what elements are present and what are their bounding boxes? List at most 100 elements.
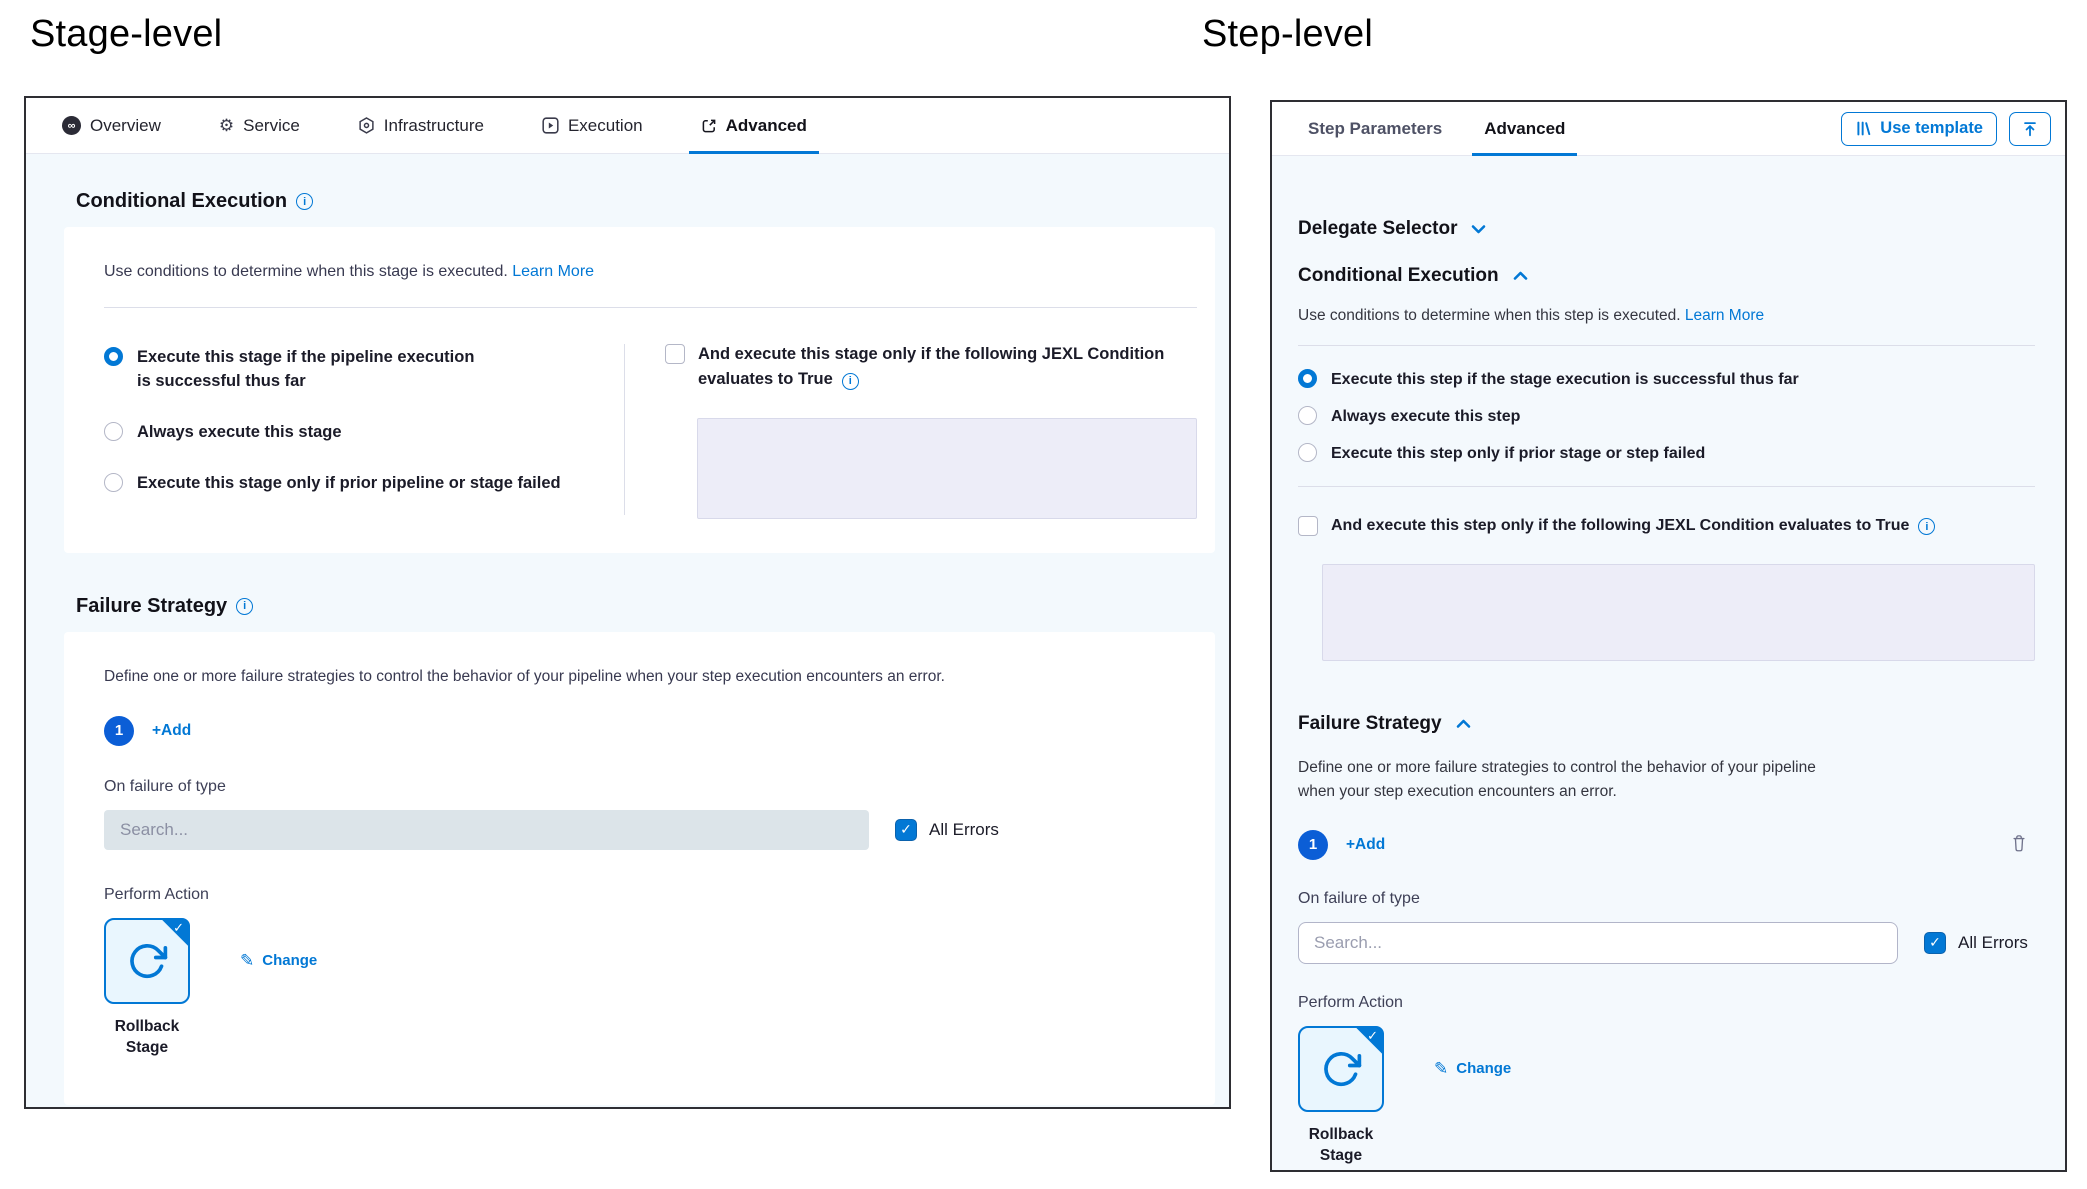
step-panel-body: Delegate Selector Conditional Execution … [1272,156,2065,1170]
all-errors-checkbox-row[interactable]: ✓ All Errors [895,819,999,841]
upload-button[interactable] [2009,112,2051,146]
failure-type-search-input[interactable] [1298,922,1898,964]
use-template-label: Use template [1880,119,1983,138]
tab-label: Execution [568,116,643,136]
perform-action-label: Perform Action [1298,994,2035,1012]
all-errors-label: All Errors [929,820,999,840]
tab-step-parameters[interactable]: Step Parameters [1308,102,1442,155]
tab-overview[interactable]: ∞ Overview [62,98,161,153]
radio-icon[interactable] [1298,406,1317,425]
step-level-title: Step-level [1202,13,1373,56]
radio-option-always[interactable]: Always execute this stage [104,421,624,445]
failure-strategy-title: Failure Strategy [1298,713,1442,735]
failure-strategy-card: Define one or more failure strategies to… [64,632,1215,1105]
info-icon[interactable]: i [842,373,859,390]
execution-condition-radio-group: Execute this stage if the pipeline execu… [104,342,624,523]
radio-selected-icon[interactable] [1298,369,1317,388]
failure-strategy-heading: Failure Strategy i [76,595,1215,618]
conditional-description: Use conditions to determine when this st… [1298,307,2035,325]
add-strategy-button[interactable]: +Add [1346,836,1385,854]
on-failure-label: On failure of type [104,778,1175,796]
radio-option-always[interactable]: Always execute this step [1298,405,2035,428]
jexl-checkbox-row[interactable]: And execute this step only if the follow… [1298,514,2035,538]
radio-option-prior-failed[interactable]: Execute this stage only if prior pipelin… [104,472,624,496]
all-errors-label: All Errors [1958,933,2028,953]
tab-advanced[interactable]: Advanced [701,98,807,153]
tab-advanced[interactable]: Advanced [1484,102,1565,155]
export-icon [701,118,717,134]
conditional-columns: Execute this stage if the pipeline execu… [104,342,1197,523]
conditional-execution-heading: Conditional Execution i [76,190,1215,213]
checked-checkbox-icon[interactable]: ✓ [1924,932,1946,954]
tab-actions: Use template [1841,112,2051,146]
tab-infrastructure[interactable]: Infrastructure [358,98,484,153]
learn-more-link[interactable]: Learn More [512,263,594,280]
action-name: Rollback Stage [1291,1125,1391,1167]
rollback-icon [1320,1048,1362,1090]
corner-check-icon: ✓ [1367,1028,1378,1044]
radio-label: Execute this step if the stage execution… [1331,368,1799,391]
conditional-execution-header[interactable]: Conditional Execution [1298,265,2035,287]
vertical-divider [624,344,625,515]
delete-strategy-button[interactable] [2011,834,2027,855]
change-action-link[interactable]: ✎ Change [240,951,317,971]
jexl-condition-input[interactable] [1322,564,2035,661]
all-errors-checkbox-row[interactable]: ✓ All Errors [1924,932,2028,954]
jexl-condition-input[interactable] [697,418,1197,519]
conditional-execution-card: Use conditions to determine when this st… [64,227,1215,553]
radio-label: Execute this step only if prior stage or… [1331,442,1705,465]
use-template-button[interactable]: Use template [1841,112,1997,146]
info-icon[interactable]: i [236,598,253,615]
perform-action-row: ✓ ✎ Change [1298,1026,2035,1112]
tab-label: Overview [90,116,161,136]
jexl-label: And execute this stage only if the follo… [698,342,1197,392]
gear-icon: ⚙ [219,116,234,136]
strategy-badge-row: 1 +Add [1298,830,2035,860]
chevron-down-icon [1471,224,1486,234]
strategy-count-badge[interactable]: 1 [104,716,134,746]
stage-tabbar: ∞ Overview ⚙ Service Infrastructure Exec… [26,98,1229,154]
failure-description: Define one or more failure strategies to… [104,668,1175,686]
step-panel: Step Parameters Advanced Use template De… [1270,100,2067,1172]
radio-icon[interactable] [104,422,123,441]
radio-option-successful[interactable]: Execute this step if the stage execution… [1298,368,2035,391]
info-icon[interactable]: i [296,193,313,210]
change-action-link[interactable]: ✎ Change [1434,1059,1511,1079]
conditional-execution-title: Conditional Execution [1298,265,1499,287]
jexl-checkbox-row[interactable]: And execute this stage only if the follo… [665,342,1197,392]
checkbox-icon[interactable] [665,344,685,364]
failure-type-search-input[interactable] [104,810,869,850]
info-icon[interactable]: i [1918,518,1935,535]
link-icon: ∞ [62,116,81,135]
stage-panel-body: Conditional Execution i Use conditions t… [26,154,1229,1107]
tab-service[interactable]: ⚙ Service [219,98,300,153]
radio-option-prior-failed[interactable]: Execute this step only if prior stage or… [1298,442,2035,465]
failure-type-row: ✓ All Errors [1298,922,2035,964]
perform-action-label: Perform Action [104,886,1175,904]
perform-action-row: ✓ ✎ Change [104,918,1175,1004]
tab-execution[interactable]: Execution [542,98,643,153]
rollback-stage-action-card[interactable]: ✓ [104,918,190,1004]
strategy-count-badge[interactable]: 1 [1298,830,1328,860]
add-strategy-button[interactable]: +Add [152,722,191,740]
radio-selected-icon[interactable] [104,347,123,366]
radio-label: Always execute this stage [137,421,342,445]
delegate-selector-header[interactable]: Delegate Selector [1298,218,2035,240]
trash-icon [2011,834,2027,852]
radio-label: Execute this stage only if prior pipelin… [137,472,561,496]
step-tabbar: Step Parameters Advanced Use template [1272,102,2065,156]
failure-strategy-header[interactable]: Failure Strategy [1298,713,2035,735]
radio-option-successful[interactable]: Execute this stage if the pipeline execu… [104,346,624,394]
checked-checkbox-icon[interactable]: ✓ [895,819,917,841]
action-name-line1: Rollback [97,1017,197,1038]
checkbox-icon[interactable] [1298,516,1318,536]
on-failure-label: On failure of type [1298,890,2035,908]
radio-icon[interactable] [1298,443,1317,462]
pencil-icon: ✎ [240,951,254,971]
tab-label: Infrastructure [384,116,484,136]
radio-icon[interactable] [104,473,123,492]
rollback-stage-action-card[interactable]: ✓ [1298,1026,1384,1112]
rollback-icon [126,940,168,982]
learn-more-link[interactable]: Learn More [1685,307,1764,324]
action-name-line2: Stage [1291,1146,1391,1167]
